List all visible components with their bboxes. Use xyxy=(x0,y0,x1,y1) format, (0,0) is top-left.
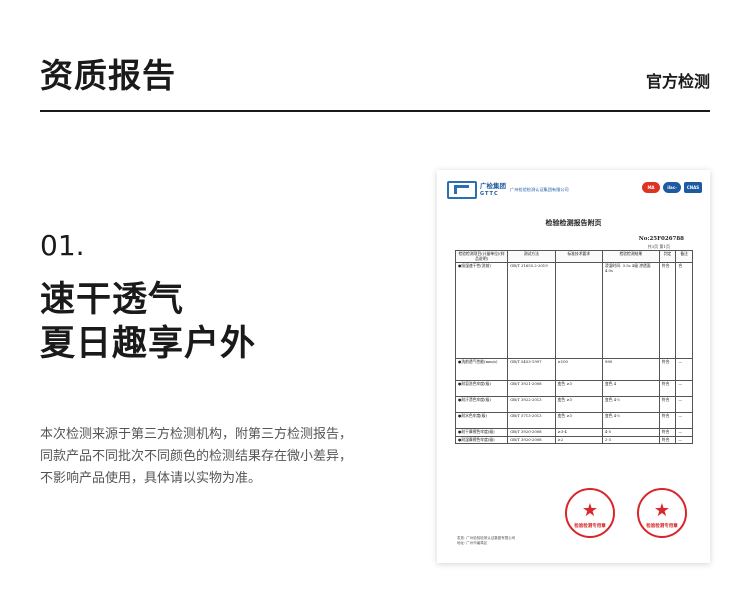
cell: 符合 xyxy=(658,396,677,414)
report-letterhead: 广检集团 GTTC 广州检验检测认证集团有限公司 xyxy=(447,180,569,200)
table-row: ●耐汗渍色牢度(级) GB/T 3922-2013 变色 ≥3 变色 4-5 符… xyxy=(454,396,693,414)
cell: ●耐汗渍色牢度(级) xyxy=(454,396,509,414)
column-header: 备注 xyxy=(675,249,693,264)
cell: 4-5 xyxy=(601,428,660,437)
page-title: 资质报告 xyxy=(40,56,176,95)
test-report-document: 广检集团 GTTC 广州检验检测认证集团有限公司 MA ilac-MRA CNA… xyxy=(437,170,710,563)
ma-cert-icon: MA xyxy=(642,182,660,193)
header-divider xyxy=(40,110,710,112)
cell: — xyxy=(675,435,693,445)
cell: 变色 4 xyxy=(601,380,660,398)
star-icon: ★ xyxy=(581,500,599,521)
report-footer: 发放: 广州检验检测认证集团有限公司 地址: 广州市番禺区 xyxy=(457,536,515,546)
cell xyxy=(554,262,603,360)
table-row: ●洗前透气性能(mm/s) GB/T 5453-1997 ≥100 980 符合… xyxy=(454,358,693,382)
cell: 符合 xyxy=(658,358,677,382)
ilac-cert-icon: ilac-MRA xyxy=(663,182,681,201)
official-test-badge: 官方检测 xyxy=(645,72,710,91)
cell: GB/T 3922-2013 xyxy=(507,396,556,414)
description-line: 同款产品不同批次不同颜色的检测结果存在微小差异， xyxy=(40,449,353,464)
cell: 变色 4-5 xyxy=(601,412,660,430)
cell: — xyxy=(675,358,693,382)
cell: ≥3-4 xyxy=(554,428,603,437)
cell: 符合 xyxy=(658,412,677,430)
stamp-text: 检验检测专用章 xyxy=(574,524,606,529)
report-table: 检验检测项目(计量单位)(样品说明) 测试方法 标准技术要求 检验检测结果 判定… xyxy=(454,249,693,445)
table-header-row: 检验检测项目(计量单位)(样品说明) 测试方法 标准技术要求 检验检测结果 判定… xyxy=(454,249,693,264)
red-seal-stamp: ★ 检验检测专用章 xyxy=(565,488,615,538)
star-icon: ★ xyxy=(653,500,671,521)
cell: GB/T 3921-2008 xyxy=(507,380,556,398)
report-title: 检验检测报告附页 xyxy=(545,218,602,227)
table-row: ●耐皂洗色牢度(级) GB/T 3921-2008 变色 ≥3 变色 4 符合 … xyxy=(454,380,693,398)
column-header: 标准技术要求 xyxy=(554,249,603,264)
cell: 980 xyxy=(601,358,660,382)
cell: 符合 xyxy=(658,380,677,398)
report-number: No:25F026788 xyxy=(638,236,684,242)
cell: 2-3 xyxy=(601,435,660,445)
cell: 符合 xyxy=(658,435,677,445)
gttc-logo-icon xyxy=(447,181,477,199)
cnas-cert-icon: CNAS xyxy=(684,182,702,193)
org-name: 广州检验检测认证集团有限公司 xyxy=(510,187,569,192)
table-row: ●耐水色牢度(级) GB/T 5713-2013 变色 ≥3 变色 4-5 符合… xyxy=(454,412,693,430)
cell: ≥2 xyxy=(554,435,603,445)
table-row: ●耐干摩擦色牢度(级) GB/T 3920-2008 ≥3-4 4-5 符合 — xyxy=(454,428,693,437)
cell: GB/T 5453-1997 xyxy=(507,358,556,382)
cell: — xyxy=(675,396,693,414)
cell: 变色 4-5 xyxy=(601,396,660,414)
description: 本次检测来源于第三方检测机构，附第三方检测报告， 同款产品不同批次不同颜色的检测… xyxy=(40,424,370,490)
cell: ●耐干摩擦色牢度(级) xyxy=(454,428,509,437)
cell: ●洗前透气性能(mm/s) xyxy=(454,358,509,382)
footer-line: 地址: 广州市番禺区 xyxy=(457,541,488,545)
cell: — xyxy=(675,380,693,398)
cell: 符合 xyxy=(658,428,677,437)
cell: 浸湿时间: 3.5s 4级 渗透面 4.0s xyxy=(601,262,660,360)
cell: GB/T 21655.2-2019 xyxy=(507,262,556,360)
section-number: 01. xyxy=(40,229,85,262)
stamp-text: 检验检测专用章 xyxy=(646,524,678,529)
description-line: 本次检测来源于第三方检测机构，附第三方检测报告， xyxy=(40,427,353,442)
column-header: 判定 xyxy=(658,249,677,264)
cell: ●耐水色牢度(级) xyxy=(454,412,509,430)
cell: GB/T 5713-2013 xyxy=(507,412,556,430)
cell: ●耐湿摩擦色牢度(级) xyxy=(454,435,509,445)
cell: — xyxy=(675,412,693,430)
cell: 变色 ≥3 xyxy=(554,380,603,398)
headline-line-2: 夏日趣享户外 xyxy=(40,324,257,364)
column-header: 检验检测项目(计量单位)(样品说明) xyxy=(454,249,509,264)
headline-line-1: 速干透气 xyxy=(40,280,185,320)
cell: 变色 ≥3 xyxy=(554,396,603,414)
cell: 变色 ≥3 xyxy=(554,412,603,430)
logo-en: GTTC xyxy=(480,191,499,197)
cell: 符合 xyxy=(658,262,677,360)
table-row: ●吸湿速干性(洗前) GB/T 21655.2-2019 浸湿时间: 3.5s … xyxy=(454,262,693,360)
cert-marks: MA ilac-MRA CNAS xyxy=(642,182,702,201)
column-header: 检验检测结果 xyxy=(601,249,660,264)
cell: — xyxy=(675,428,693,437)
cell: ≥100 xyxy=(554,358,603,382)
cell: ●耐皂洗色牢度(级) xyxy=(454,380,509,398)
table-row: ●耐湿摩擦色牢度(级) GB/T 3920-2008 ≥2 2-3 符合 — xyxy=(454,435,693,445)
cell: GB/T 3920-2008 xyxy=(507,428,556,437)
description-line: 不影响产品使用，具体请以实物为准。 xyxy=(40,471,262,486)
cell: GB/T 3920-2008 xyxy=(507,435,556,445)
red-seal-stamp: ★ 检验检测专用章 xyxy=(637,488,687,538)
cell: ●吸湿速干性(洗前) xyxy=(454,262,509,360)
cell: 合 xyxy=(675,262,693,360)
column-header: 测试方法 xyxy=(507,249,556,264)
logo-cn: 广检集团 xyxy=(480,182,506,190)
